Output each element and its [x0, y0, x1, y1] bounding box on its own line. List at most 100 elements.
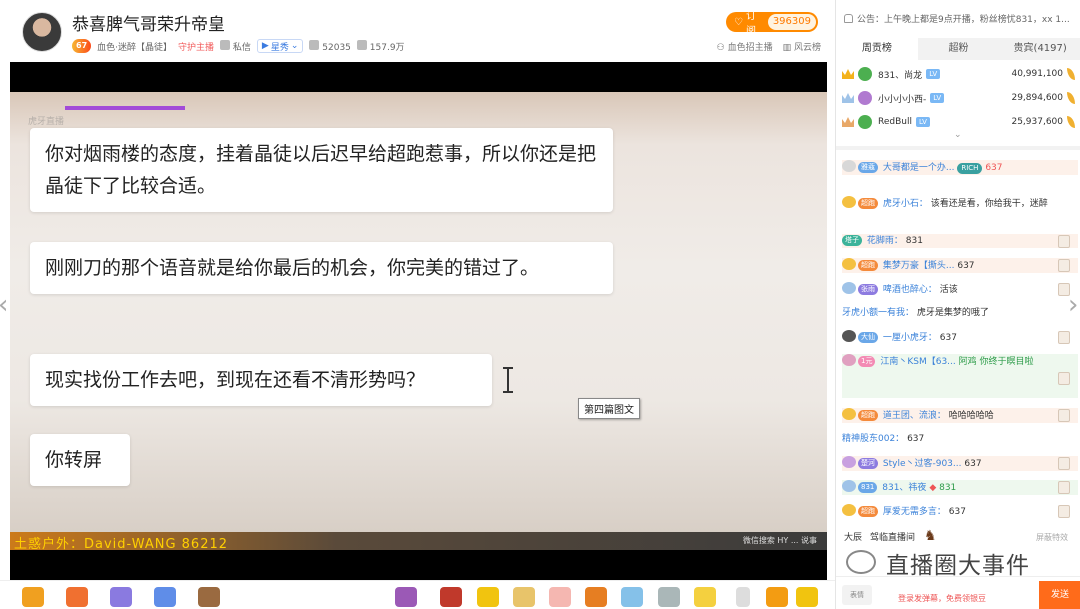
gift-icon[interactable] [1058, 457, 1070, 470]
chat-user[interactable]: 一厘小虎牙： [883, 333, 937, 343]
send-button[interactable]: 发送 [1039, 581, 1080, 609]
chevron-right-icon[interactable]: › [1068, 285, 1080, 325]
subscribe-button[interactable]: ♡ 订阅 396309 [726, 12, 818, 32]
chat-message: 831 831、祎夜 ◆ 831 [842, 480, 1078, 495]
header-links: ⚇ 血色招主播 ▥ 风云榜 [717, 40, 821, 53]
chat-message: 张雨 啤酒也醉心： 活该 [842, 282, 1078, 297]
gift-rocket-icon[interactable] [440, 587, 462, 607]
chat-text: 阿鸡 你终于瞑目啦 [958, 357, 1034, 367]
subscribe-count: 396309 [767, 14, 816, 30]
chat-message: 超跑 虎牙小石： 该看还是看，你给我干，迷醉 [842, 196, 1078, 211]
tab-weekly[interactable]: 周贡榜 [836, 38, 918, 60]
chat-user[interactable]: 厚爱无需多言： [883, 507, 946, 517]
chat-message: 大仙 一厘小虎牙： 637 [842, 330, 1078, 345]
brand-watermark: 直播圈大事件 [886, 553, 1030, 579]
chevron-left-icon[interactable]: ‹ [0, 285, 10, 325]
fan-badge-icon [842, 354, 856, 366]
gift-balloon-icon[interactable] [621, 587, 643, 607]
video-player[interactable]: 虎牙直播 你对烟雨楼的态度，挂着晶徒以后迟早给超跑惹事，所以你还是把晶徒下了比较… [10, 62, 827, 580]
gift-card-icon[interactable] [513, 587, 535, 607]
chat-user[interactable]: 精神股东002： [842, 434, 904, 444]
gift-crown-icon[interactable] [395, 587, 417, 607]
gift-star-icon[interactable] [477, 587, 499, 607]
chat-user[interactable]: 虎牙小石： [883, 199, 928, 209]
gift-ring-icon[interactable] [658, 587, 680, 607]
fan-badge-icon [842, 160, 856, 172]
chat-text: 虎牙是集梦的哦了 [916, 308, 989, 318]
gift-bar [0, 580, 835, 609]
stream-header: 恭喜脾气哥荣升帝皇 67 血色·迷醉【晶徒】 守护主播 私信 ▶ 星秀 ⌄ 5203… [0, 0, 835, 62]
gift-cat-icon[interactable] [549, 587, 571, 607]
chat-text: 637 [985, 163, 1003, 173]
gift-icon[interactable] [1058, 331, 1070, 344]
fan-badge-icon [842, 196, 856, 208]
rank-score: 25,937,600 [1011, 117, 1063, 127]
video-watermark: 虎牙直播 [28, 117, 65, 127]
play-icon: ▶ [261, 41, 269, 51]
gift-castle-icon[interactable] [110, 587, 132, 607]
gift-icon[interactable] [1058, 505, 1070, 518]
rank-tabs: 周贡榜 超粉 贵宾(4197) [836, 38, 1080, 60]
rank-tag: LV [926, 69, 941, 79]
chat-user[interactable]: 江南丶KSM【63... [880, 357, 955, 367]
tab-vip[interactable]: 贵宾(4197) [999, 38, 1080, 60]
tab-superfan[interactable]: 超粉 [917, 38, 1000, 60]
chat-message: 塔子 花脚雨： 831 [842, 234, 1078, 248]
chevron-right-icon[interactable] [736, 587, 750, 607]
chat-message: 超跑 道王团、流浪： 哈哈哈哈哈 [842, 408, 1078, 423]
fan-tag: 831 [858, 482, 878, 493]
chat-input-bar: 表情 登录发弹幕，免费领银豆 发送 [836, 576, 1080, 609]
gift-icon[interactable] [1058, 409, 1070, 422]
gift-icon[interactable] [1058, 372, 1070, 385]
guard-link[interactable]: 守护主播 [178, 40, 214, 53]
heart-icon: ♡ [734, 16, 743, 28]
wind-list-link[interactable]: ▥ 风云榜 [783, 40, 821, 53]
fan-badge-icon [842, 504, 856, 516]
chat-bubble-1: 你对烟雨楼的态度，挂着晶徒以后迟早给超跑惹事，所以你还是把晶徒下了比较合适。 [30, 128, 613, 212]
chat-user[interactable]: 花脚雨： [867, 236, 903, 246]
rank-row[interactable]: 831、尚龙 LV 40,991,100 [836, 62, 1080, 86]
gift-fire-icon[interactable] [66, 587, 88, 607]
fan-tag: 超跑 [858, 506, 878, 517]
gift-team-icon[interactable] [154, 587, 176, 607]
recruit-icon: ⚇ [716, 43, 725, 53]
login-tip[interactable]: 登录发弹幕，免费领银豆 [898, 593, 986, 604]
chat-text: 哈哈哈哈哈 [948, 411, 994, 421]
star-tag[interactable]: ▶ 星秀 ⌄ [256, 39, 304, 53]
anchor-avatar[interactable] [22, 12, 62, 52]
gift-badge-icon[interactable] [198, 587, 220, 607]
rank-row[interactable]: 小小小小西- LV 29,894,600 [836, 86, 1080, 110]
chat-user[interactable]: 道王团、流浪： [883, 411, 946, 421]
fan-tag: 楚河 [858, 458, 878, 469]
recruit-label: 血色招主播 [727, 43, 773, 53]
message-link[interactable]: 私信 [220, 39, 251, 53]
gift-plane-icon[interactable] [585, 587, 607, 607]
gift-icon[interactable] [1058, 235, 1070, 248]
gift-box-icon[interactable] [22, 587, 44, 607]
rank-avatar [858, 67, 872, 81]
gift-icon[interactable] [1058, 259, 1070, 272]
rank-score: 40,991,100 [1011, 69, 1063, 79]
enter-user[interactable]: 大辰 [844, 530, 862, 543]
gift-trophy-icon[interactable] [694, 587, 716, 607]
effect-toggle[interactable]: 屏蔽特效 [1036, 532, 1068, 543]
video-top-strip [65, 106, 185, 110]
gift-icon[interactable] [1058, 481, 1070, 494]
bell-icon [844, 14, 853, 23]
chat-user[interactable]: 集梦万豪【撕头... [883, 261, 955, 271]
room-category[interactable]: 血色·迷醉【晶徒】 [97, 40, 172, 53]
chat-user[interactable]: 啤酒也醉心： [883, 285, 937, 295]
fan-tag: 超跑 [858, 410, 878, 421]
gift-crown-gold-icon[interactable] [796, 587, 818, 607]
emoji-button[interactable]: 表情 [842, 585, 872, 605]
gift-coin-icon[interactable] [766, 587, 788, 607]
chat-user[interactable]: 牙虎小额一有我： [842, 308, 914, 318]
recruit-link[interactable]: ⚇ 血色招主播 [717, 40, 773, 53]
chat-text: 该看还是看，你给我干，迷醉 [930, 199, 1048, 209]
chat-user[interactable]: 831、祎夜 [882, 483, 926, 493]
notice: 公告：上午晚上都是9点开播，粉丝榜忧831，xx 1... [844, 12, 1076, 25]
chat-user[interactable]: Style丶过客-903... [883, 459, 962, 469]
fan-badge-icon [842, 258, 856, 270]
chevron-down-icon[interactable]: ⌄ [954, 130, 962, 140]
chat-user[interactable]: 大哥都是一个办... [883, 163, 955, 173]
